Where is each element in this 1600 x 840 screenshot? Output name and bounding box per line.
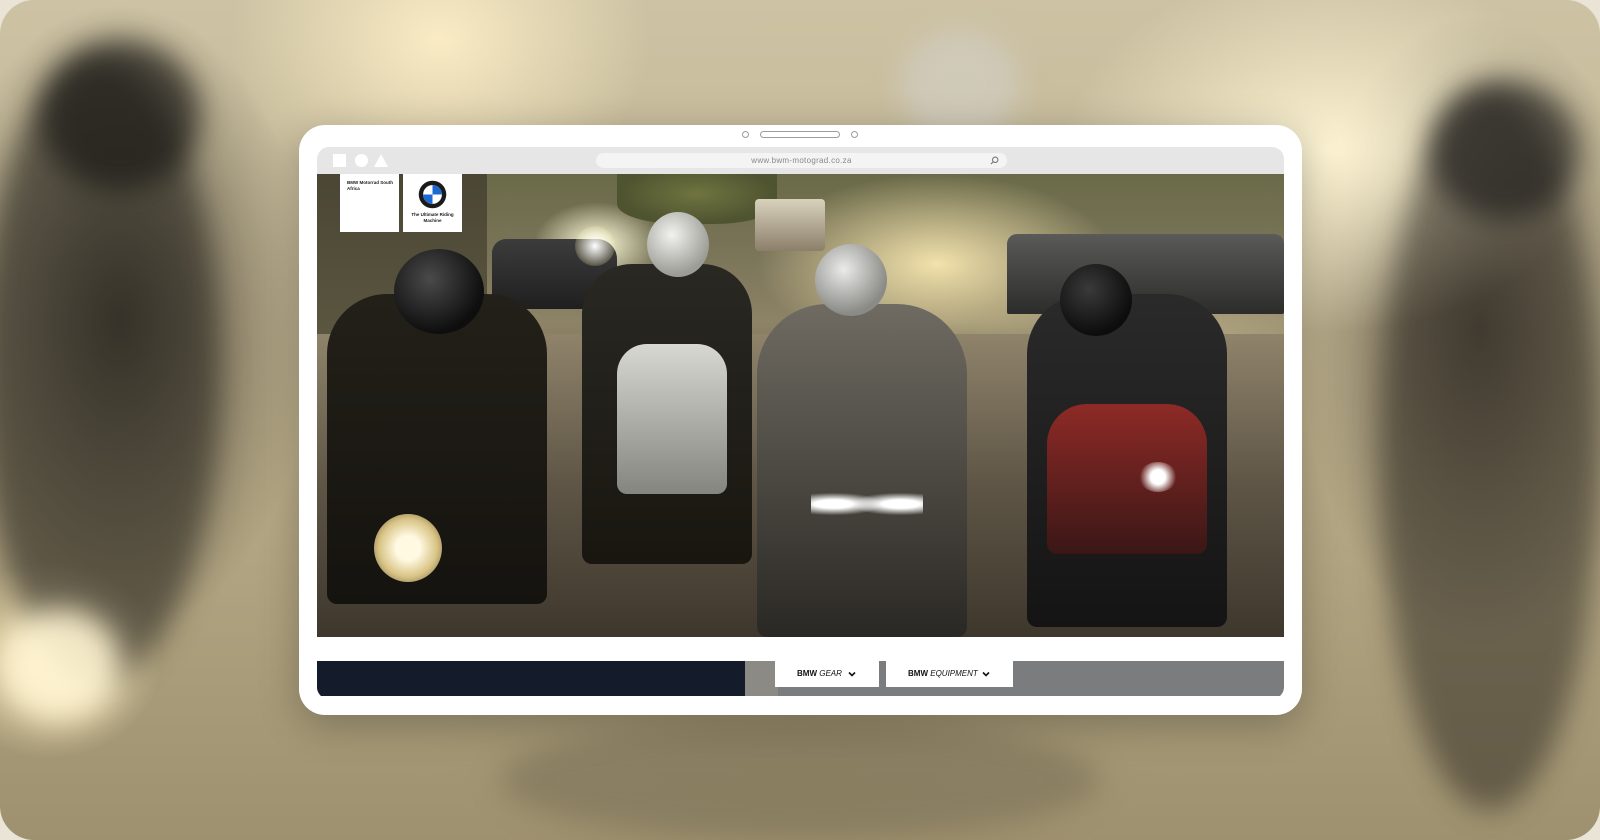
rider-3-headlights: [811, 484, 923, 524]
gear-dropdown-button[interactable]: BMW GEAR: [775, 661, 879, 687]
bmw-logo-box[interactable]: The Ultimate Riding Machine: [403, 174, 462, 232]
url-text: www.bwm-motograd.co.za: [751, 156, 852, 165]
motorrad-logo-text: BMW Motorrad South Africa: [347, 180, 393, 191]
camera-dot-right: [851, 131, 858, 138]
motorrad-logo-box[interactable]: BMW Motorrad South Africa: [340, 174, 399, 232]
equipment-brand: BMW: [908, 669, 928, 678]
circle-icon[interactable]: [355, 154, 368, 167]
hero-image: BMW Motorrad South Africa The Ultimate R…: [317, 174, 1284, 637]
triangle-icon[interactable]: [374, 154, 388, 167]
rider-4-headlight: [1139, 462, 1177, 492]
camera-dot-left: [742, 131, 749, 138]
tablet-frame: www.bwm-motograd.co.za BMW Motorrad Sout…: [299, 125, 1302, 715]
sun-flare: [575, 226, 615, 266]
rider-2-helmet: [647, 212, 709, 277]
equipment-label: EQUIPMENT: [930, 669, 978, 678]
street-trees: [617, 174, 777, 224]
browser-chrome: www.bwm-motograd.co.za: [317, 147, 1284, 174]
bg-headlight-glow: [0, 610, 120, 720]
chevron-down-icon: [848, 671, 856, 677]
gear-label: GEAR: [819, 669, 842, 678]
rider-1-helmet: [394, 249, 484, 334]
rider-2-bike: [617, 344, 727, 494]
bottom-nav-strip: BMW GEAR BMW EQUIPMENT: [317, 661, 1284, 696]
strip-dark-panel: [317, 661, 745, 696]
strip-mid-panel: [745, 661, 778, 696]
bmw-roundel-icon: [418, 180, 447, 209]
equipment-dropdown-button[interactable]: BMW EQUIPMENT: [886, 661, 1013, 687]
gear-brand: BMW: [797, 669, 817, 678]
chevron-down-icon: [982, 671, 990, 677]
bg-rider-right-helmet: [1430, 80, 1580, 220]
address-bar[interactable]: www.bwm-motograd.co.za: [596, 153, 1007, 168]
square-icon[interactable]: [333, 154, 346, 167]
rider-3-helmet: [815, 244, 887, 316]
blurred-background: www.bwm-motograd.co.za BMW Motorrad Sout…: [0, 0, 1600, 840]
rider-3-body: [757, 304, 967, 637]
bg-top-helmet: [900, 30, 1020, 140]
search-icon[interactable]: [990, 156, 999, 165]
browser-screen: www.bwm-motograd.co.za BMW Motorrad Sout…: [317, 147, 1284, 699]
rider-1-headlight: [374, 514, 442, 582]
bg-rider-left-helmet: [40, 40, 200, 190]
rider-4-helmet: [1060, 264, 1132, 336]
bus: [755, 199, 825, 251]
speaker-bar: [760, 131, 840, 138]
bg-road: [500, 720, 1100, 840]
rider-4-bike: [1047, 404, 1207, 554]
tagline-text: The Ultimate Riding Machine: [411, 212, 454, 223]
